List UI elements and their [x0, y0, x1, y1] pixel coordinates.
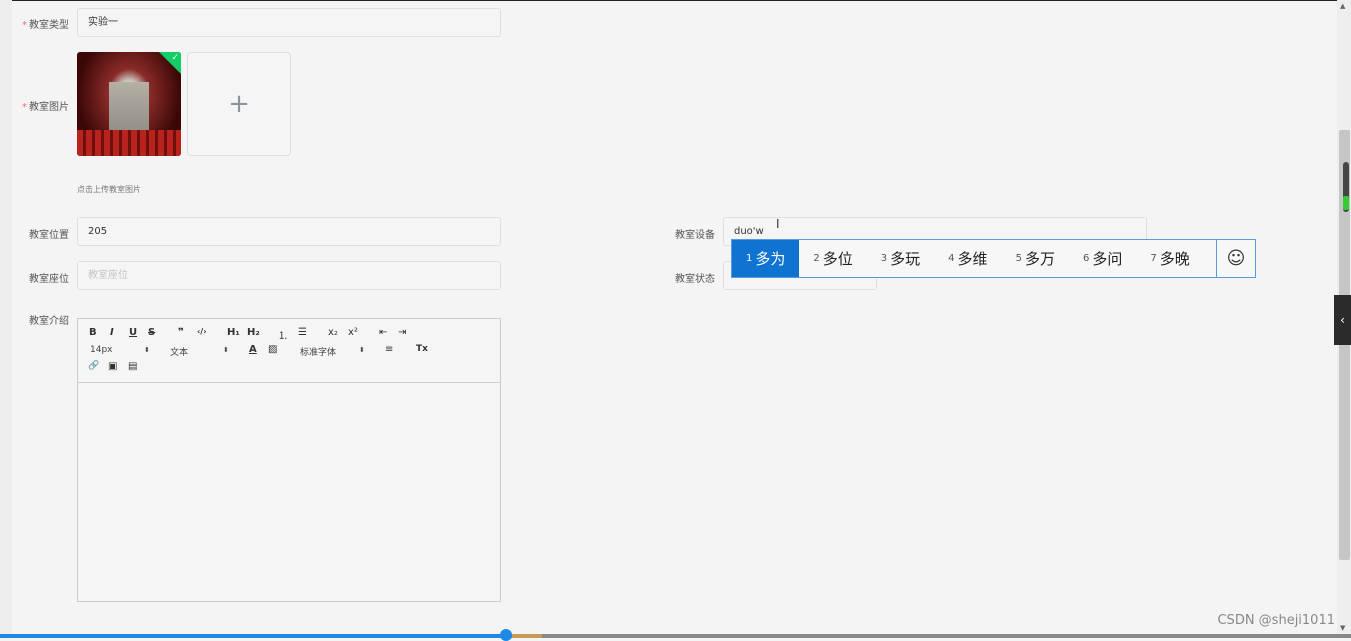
- required-mark: *: [22, 102, 27, 113]
- location-input[interactable]: 205: [77, 217, 501, 246]
- bullet-list-button[interactable]: ☰: [298, 327, 307, 338]
- select-arrow-icon: ⬍: [223, 346, 229, 354]
- font-family-select[interactable]: 标准字体 ⬍: [300, 345, 370, 358]
- ime-candidate[interactable]: 2 多位: [799, 240, 866, 277]
- header1-button[interactable]: H₁: [227, 327, 240, 338]
- align-icon[interactable]: ≡: [385, 344, 393, 355]
- plus-icon: +: [228, 89, 250, 119]
- ime-candidate[interactable]: 7 多晚: [1136, 240, 1203, 277]
- equipment-label: 教室设备: [675, 230, 715, 241]
- seats-label: 教室座位: [29, 274, 69, 285]
- check-icon: ✓: [171, 53, 179, 63]
- volume-level: [1343, 196, 1349, 210]
- select-arrow-icon: ⬍: [144, 346, 150, 354]
- rich-text-editor: B I U S ❞ ‹/› H₁ H₂ ⒈ ☰ x₂ x² ⇤ ⇥ 14px ⬍…: [77, 318, 501, 602]
- thumb-screen: [109, 82, 149, 132]
- watermark: CSDN @sheji1011: [1217, 613, 1335, 628]
- window-top-border: [0, 0, 1351, 1]
- seats-input[interactable]: 教室座位: [77, 261, 501, 290]
- ime-candidate[interactable]: 4 多维: [934, 240, 1001, 277]
- image-label: * 教室图片: [22, 98, 69, 113]
- ime-candidate[interactable]: 1 多为: [732, 240, 800, 277]
- scroll-down-icon[interactable]: ▼: [1340, 624, 1345, 632]
- editor-content-area[interactable]: [78, 383, 500, 601]
- image-upload-button[interactable]: +: [187, 52, 291, 156]
- superscript-button[interactable]: x²: [348, 327, 358, 338]
- ime-candidate[interactable]: 6 多问: [1069, 240, 1136, 277]
- uploaded-image-thumbnail[interactable]: ✓: [77, 52, 181, 156]
- intro-label: 教室介绍: [29, 316, 69, 327]
- thumb-seats: [77, 130, 181, 156]
- ime-candidate-bar: 1 多为 2 多位 3 多玩 4 多维 5 多万 6 多问 7 多晚 ☺: [731, 239, 1256, 278]
- subscript-button[interactable]: x₂: [328, 327, 338, 338]
- link-icon[interactable]: 🔗: [88, 361, 99, 371]
- status-label: 教室状态: [675, 274, 715, 285]
- outdent-button[interactable]: ⇤: [379, 327, 387, 338]
- background-color-icon[interactable]: ▨: [268, 344, 277, 355]
- video-icon[interactable]: ▤: [128, 361, 137, 372]
- progress-handle[interactable]: [500, 629, 512, 641]
- left-gutter: [0, 0, 12, 638]
- type-label-text: 教室类型: [29, 20, 69, 31]
- upload-tip: 点击上传教室图片: [77, 185, 141, 194]
- font-size-value: 14px: [90, 345, 113, 355]
- header2-button[interactable]: H₂: [247, 327, 260, 338]
- image-icon[interactable]: ▣: [108, 361, 117, 372]
- video-progress-bar[interactable]: [0, 634, 1351, 638]
- chevron-left-icon: ‹: [1340, 313, 1345, 327]
- type-input[interactable]: 实验一: [77, 8, 501, 37]
- clear-format-icon[interactable]: Tx: [416, 344, 428, 354]
- side-panel-toggle[interactable]: ‹: [1334, 295, 1351, 345]
- text-color-icon[interactable]: A: [249, 344, 257, 355]
- code-block-button[interactable]: ‹/›: [197, 327, 207, 336]
- ime-candidate[interactable]: 5 多万: [1002, 240, 1069, 277]
- location-label: 教室位置: [29, 230, 69, 241]
- strike-button[interactable]: S: [148, 327, 155, 338]
- editor-toolbar: B I U S ❞ ‹/› H₁ H₂ ⒈ ☰ x₂ x² ⇤ ⇥ 14px ⬍…: [78, 319, 500, 383]
- progress-buffer: [512, 634, 542, 638]
- heading-value: 文本: [170, 348, 189, 358]
- heading-select[interactable]: 文本 ⬍: [170, 345, 230, 358]
- emoji-icon[interactable]: ☺: [1216, 240, 1255, 277]
- image-label-text: 教室图片: [29, 102, 69, 113]
- select-arrow-icon: ⬍: [359, 346, 365, 354]
- indent-button[interactable]: ⇥: [398, 327, 406, 338]
- blockquote-button[interactable]: ❞: [178, 327, 184, 338]
- progress-remaining: [542, 634, 1351, 638]
- bold-button[interactable]: B: [89, 327, 97, 338]
- font-family-value: 标准字体: [300, 348, 337, 358]
- text-cursor-icon: I: [776, 217, 780, 231]
- underline-button[interactable]: U: [129, 327, 137, 338]
- ordered-list-button[interactable]: ⒈: [278, 327, 288, 342]
- volume-indicator: [1343, 162, 1349, 212]
- italic-button[interactable]: I: [110, 327, 114, 338]
- type-label: * 教室类型: [22, 16, 69, 31]
- required-mark: *: [22, 20, 27, 31]
- scroll-up-icon[interactable]: ▲: [1340, 2, 1345, 10]
- font-size-select[interactable]: 14px ⬍: [90, 345, 150, 355]
- ime-candidate[interactable]: 3 多玩: [867, 240, 934, 277]
